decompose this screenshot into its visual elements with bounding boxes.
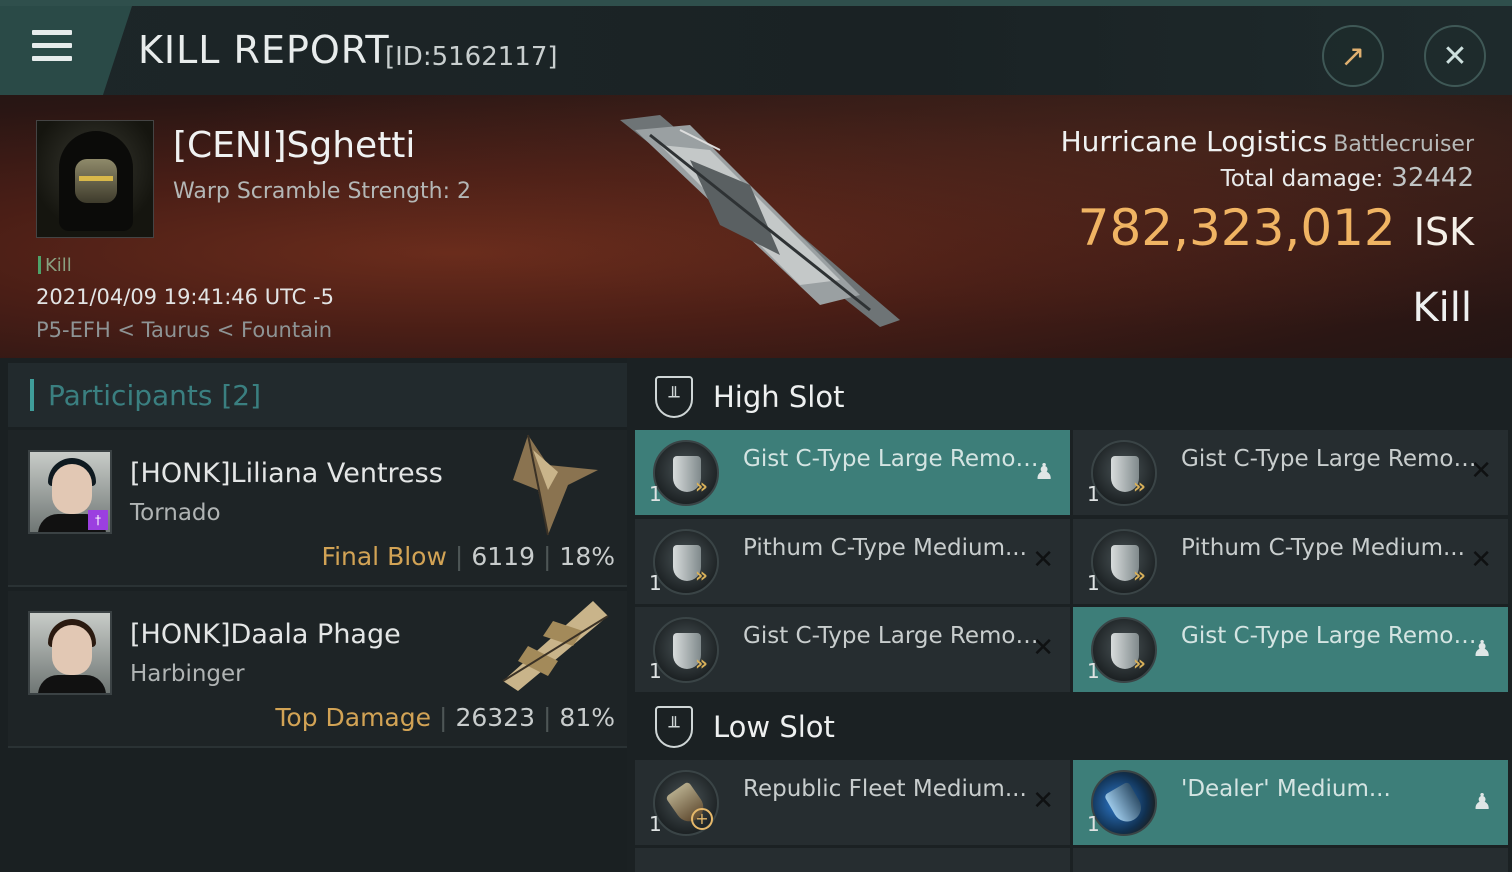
remote-armor-repairer-icon: » xyxy=(653,529,719,595)
remote-armor-repairer-icon: » xyxy=(1091,440,1157,506)
participant-name: [HONK]Liliana Ventress xyxy=(130,458,443,489)
participant-stats: Top Damage | 26323 | 81% xyxy=(275,703,615,732)
fitting-panel: ╨ High Slot » 1 Gist C-Type Large Remote… xyxy=(627,358,1512,872)
participant-name: [HONK]Daala Phage xyxy=(130,619,401,650)
close-x-icon: ✕ xyxy=(1442,38,1468,74)
remote-armor-repairer-icon: » xyxy=(653,440,719,506)
capacitor-module-icon xyxy=(1091,770,1157,836)
destroyed-icon: ✕ xyxy=(1470,456,1492,486)
close-button[interactable]: ✕ xyxy=(1424,25,1486,87)
high-slot-header: ╨ High Slot xyxy=(635,363,1512,431)
module-item[interactable]: » 1 Gist C-Type Large Remote... ♟ xyxy=(1073,607,1508,692)
dropped-icon: ♟ xyxy=(1472,637,1492,662)
armor-plate-icon: + xyxy=(653,770,719,836)
page-title: KILL REPORT xyxy=(138,28,390,72)
destroyed-icon: ✕ xyxy=(1470,545,1492,575)
module-item[interactable]: 1 'Dealer' Medium... ♟ xyxy=(1073,760,1508,845)
low-slot-header: ╨ Low Slot xyxy=(635,693,1512,761)
victim-ship-image[interactable] xyxy=(600,105,920,335)
top-bar: KILL REPORT [ID:5162117] ↗ ✕ xyxy=(0,0,1512,95)
victim-portrait[interactable] xyxy=(36,120,154,238)
total-damage: Total damage: 32442 xyxy=(1220,163,1474,193)
victim-ship-name[interactable]: Hurricane Logistics Battlecruiser xyxy=(1061,125,1474,158)
victim-banner: [CENI]Sghetti Warp Scramble Strength: 2 … xyxy=(0,95,1512,358)
warp-scramble-strength: Warp Scramble Strength: 2 xyxy=(173,179,472,204)
destroyed-icon: ✕ xyxy=(1032,545,1054,575)
remote-armor-repairer-icon: » xyxy=(1091,617,1157,683)
remote-armor-repairer-icon: » xyxy=(653,617,719,683)
module-item[interactable]: » 1 Pithum C-Type Medium... ✕ xyxy=(635,519,1070,604)
hamburger-menu-icon xyxy=(32,30,72,64)
module-item[interactable]: + 1 Republic Fleet Medium... ✕ xyxy=(635,760,1070,845)
report-id: [ID:5162117] xyxy=(385,42,558,72)
participant-ship: Harbinger xyxy=(130,661,245,687)
remote-armor-repairer-icon: » xyxy=(1091,529,1157,595)
kill-datetime: 2021/04/09 19:41:46 UTC -5 xyxy=(36,285,334,309)
dropped-icon: ♟ xyxy=(1472,790,1492,815)
participant-row[interactable]: † [HONK]Liliana Ventress Tornado Final B… xyxy=(8,430,627,587)
avatar[interactable] xyxy=(28,611,112,695)
participants-panel: Participants [2] † [HONK]Liliana Ventres… xyxy=(0,358,627,872)
participant-ship-image xyxy=(502,601,609,691)
kill-result-label: Kill xyxy=(1412,285,1472,331)
high-slot-icon: ╨ xyxy=(655,376,693,418)
low-slot-icon: ╨ xyxy=(655,706,693,748)
isk-value: 782,323,012 ISK xyxy=(1077,199,1474,257)
victim-name[interactable]: [CENI]Sghetti xyxy=(173,125,415,166)
module-item[interactable]: » 1 Pithum C-Type Medium... ✕ xyxy=(1073,519,1508,604)
kill-location[interactable]: P5-EFH < Taurus < Fountain xyxy=(36,318,332,342)
corp-badge-icon: † xyxy=(88,510,108,530)
dropped-icon: ♟ xyxy=(1034,460,1054,485)
participants-header: Participants [2] xyxy=(8,363,627,427)
module-item[interactable] xyxy=(1073,848,1508,872)
participant-ship-image xyxy=(513,434,598,536)
share-button[interactable]: ↗ xyxy=(1322,25,1384,87)
module-item[interactable]: » 1 Gist C-Type Large Remote... ✕ xyxy=(635,607,1070,692)
destroyed-icon: ✕ xyxy=(1032,786,1054,816)
kill-type-tag: Kill xyxy=(38,255,72,276)
participant-row[interactable]: [HONK]Daala Phage Harbinger Top Damage | 2… xyxy=(8,591,627,748)
destroyed-icon: ✕ xyxy=(1032,633,1054,663)
avatar[interactable]: † xyxy=(28,450,112,534)
share-external-icon: ↗ xyxy=(1340,38,1366,74)
module-item[interactable]: » 1 Gist C-Type Large Remote... ♟ xyxy=(635,430,1070,515)
module-item[interactable]: » 1 Gist C-Type Large Remote... ✕ xyxy=(1073,430,1508,515)
participant-stats: Final Blow | 6119 | 18% xyxy=(321,542,615,571)
participant-ship: Tornado xyxy=(130,500,221,526)
menu-button[interactable] xyxy=(0,6,132,95)
module-item[interactable] xyxy=(635,848,1070,872)
